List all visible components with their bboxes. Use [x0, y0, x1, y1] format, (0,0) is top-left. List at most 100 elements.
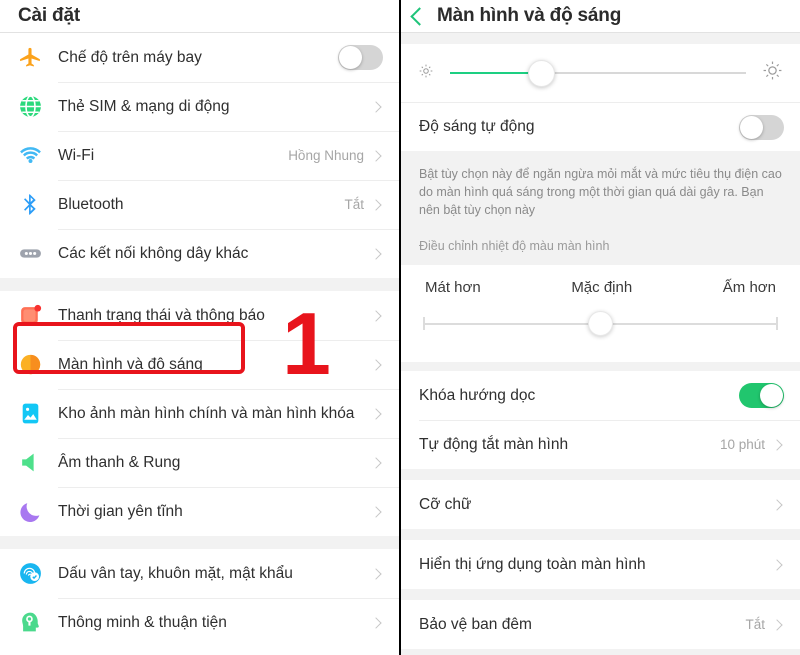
settings-item-quiet-time[interactable]: Thời gian yên tĩnh: [0, 487, 399, 536]
settings-item-smart-convenient[interactable]: Thông minh & thuận tiện: [0, 598, 399, 647]
color-temperature-section: Mát hơn Mặc định Ấm hơn: [401, 265, 800, 362]
chevron-right-icon: [771, 438, 783, 451]
page-title: Màn hình và độ sáng: [437, 5, 622, 26]
chevron-right-icon: [370, 309, 382, 322]
settings-item-label: Thẻ SIM & mạng di động: [58, 97, 230, 115]
chevron-right-icon: [370, 149, 382, 162]
brightness-thumb[interactable]: [528, 59, 556, 87]
display-header: Màn hình và độ sáng: [401, 0, 800, 33]
settings-item-display-brightness[interactable]: Màn hình và độ sáng: [0, 340, 399, 389]
settings-panel: Cài đặt Chế độ trên máy bay Thẻ SIM & mạ…: [0, 0, 399, 655]
auto-screen-off-value: 10 phút: [719, 437, 765, 452]
settings-item-label: Kho ảnh màn hình chính và màn hình khóa: [58, 405, 355, 422]
auto-brightness-description: Bật tùy chọn này để ngăn ngừa mỏi mắt và…: [401, 151, 800, 225]
portrait-lock-toggle[interactable]: [739, 383, 784, 408]
section-divider: [401, 362, 800, 371]
settings-item-sound-vibration[interactable]: Âm thanh & Rung: [0, 438, 399, 487]
screenshot-root: Cài đặt Chế độ trên máy bay Thẻ SIM & mạ…: [0, 0, 800, 655]
temperature-section-label: Điều chỉnh nhiệt độ màu màn hình: [401, 225, 800, 265]
temperature-cap-left: [423, 317, 425, 330]
temperature-track[interactable]: [423, 311, 778, 336]
settings-header: Cài đặt: [0, 0, 399, 33]
temperature-labels: Mát hơn Mặc định Ấm hơn: [401, 265, 800, 298]
section-divider: [401, 529, 800, 540]
chevron-right-icon: [370, 198, 382, 211]
brightness-track[interactable]: [450, 59, 746, 87]
globe-icon: [18, 94, 58, 119]
section-divider: [0, 536, 399, 549]
fullscreen-apps-row[interactable]: Hiển thị ứng dụng toàn màn hình: [401, 540, 800, 589]
display-brightness-icon: [18, 352, 58, 377]
brightness-slider-row[interactable]: [401, 44, 800, 102]
fullscreen-apps-label: Hiển thị ứng dụng toàn màn hình: [419, 555, 646, 573]
settings-item-status-bar-notifications[interactable]: Thanh trạng thái và thông báo: [0, 291, 399, 340]
chevron-right-icon: [370, 616, 382, 629]
section-divider: [401, 469, 800, 480]
settings-item-sim-mobile-network[interactable]: Thẻ SIM & mạng di động: [0, 82, 399, 131]
settings-item-wallpaper-gallery[interactable]: Kho ảnh màn hình chính và màn hình khóa: [0, 389, 399, 438]
auto-screen-off-row[interactable]: Tự động tắt màn hình 10 phút: [401, 420, 800, 469]
auto-brightness-label: Độ sáng tự động: [419, 118, 535, 135]
font-size-label: Cỡ chữ: [419, 495, 472, 513]
settings-item-label: Thông minh & thuận tiện: [58, 613, 227, 631]
settings-item-fingerprint-face-password[interactable]: Dấu vân tay, khuôn mặt, mật khẩu: [0, 549, 399, 598]
section-divider: [0, 278, 399, 291]
airplane-mode-toggle[interactable]: [338, 45, 383, 70]
notification-icon: [18, 303, 58, 328]
settings-item-label: Thanh trạng thái và thông báo: [58, 306, 265, 324]
font-size-row[interactable]: Cỡ chữ: [401, 480, 800, 529]
night-shield-label: Bảo vệ ban đêm: [419, 615, 532, 633]
portrait-lock-row[interactable]: Khóa hướng dọc: [401, 371, 800, 420]
settings-item-label: Màn hình và độ sáng: [58, 355, 203, 373]
night-shield-row[interactable]: Bảo vệ ban đêm Tắt: [401, 600, 800, 649]
temperature-thumb[interactable]: [588, 311, 613, 336]
chevron-right-icon: [370, 456, 382, 469]
settings-item-label: Âm thanh & Rung: [58, 453, 181, 471]
settings-item-label: Các kết nối không dây khác: [58, 244, 249, 262]
section-divider-bottom: [401, 649, 800, 655]
toggle-knob: [760, 384, 783, 407]
auto-brightness-row[interactable]: Độ sáng tự động: [401, 102, 800, 151]
settings-item-bluetooth[interactable]: Bluetooth Tắt: [0, 180, 399, 229]
chevron-right-icon: [771, 618, 783, 631]
back-chevron-icon[interactable]: [410, 7, 429, 26]
sound-icon: [18, 450, 58, 475]
settings-item-label: Chế độ trên máy bay: [58, 48, 202, 66]
wifi-icon: [18, 143, 58, 168]
temperature-label-warmer: Ấm hơn: [722, 279, 776, 296]
chevron-right-icon: [771, 498, 783, 511]
airplane-icon: [18, 45, 58, 70]
section-divider: [401, 33, 800, 44]
night-shield-value: Tắt: [745, 617, 765, 632]
moon-icon: [18, 499, 58, 524]
display-brightness-panel: Màn hình và độ sáng Độ sáng tự động Bật …: [401, 0, 800, 655]
chevron-right-icon: [370, 358, 382, 371]
chevron-right-icon: [370, 567, 382, 580]
temperature-cap-right: [776, 317, 778, 330]
section-divider: [401, 589, 800, 600]
settings-item-label: Wi-Fi: [58, 146, 95, 164]
fingerprint-icon: [18, 561, 58, 586]
chevron-right-icon: [370, 247, 382, 260]
auto-screen-off-label: Tự động tắt màn hình: [419, 435, 569, 453]
settings-item-value: Hồng Nhung: [288, 148, 364, 163]
settings-item-wifi[interactable]: Wi-Fi Hồng Nhung: [0, 131, 399, 180]
page-title: Cài đặt: [18, 5, 80, 26]
chevron-right-icon: [370, 407, 382, 420]
portrait-lock-label: Khóa hướng dọc: [419, 386, 536, 404]
temperature-label-cooler: Mát hơn: [425, 279, 481, 296]
chevron-right-icon: [771, 558, 783, 571]
auto-brightness-toggle[interactable]: [739, 114, 784, 140]
chevron-right-icon: [370, 505, 382, 518]
settings-item-label: Bluetooth: [58, 195, 124, 213]
sun-small-icon: [418, 63, 434, 84]
toggle-knob: [740, 115, 763, 139]
settings-item-label: Thời gian yên tĩnh: [58, 502, 183, 520]
dots-icon: [18, 241, 58, 266]
settings-item-airplane-mode[interactable]: Chế độ trên máy bay: [0, 33, 399, 82]
smart-head-icon: [18, 610, 58, 635]
bluetooth-icon: [18, 192, 58, 217]
settings-item-other-wireless[interactable]: Các kết nối không dây khác: [0, 229, 399, 278]
toggle-knob: [339, 46, 362, 69]
settings-item-value: Tắt: [344, 197, 364, 212]
